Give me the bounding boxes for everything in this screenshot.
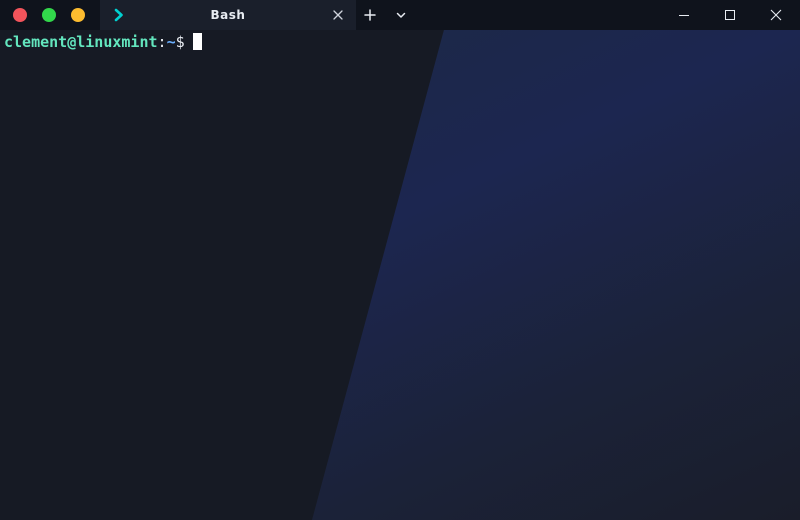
text-cursor bbox=[192, 33, 202, 50]
traffic-light-maximize-button[interactable] bbox=[42, 8, 56, 22]
close-icon bbox=[770, 9, 782, 21]
prompt-symbol: $ bbox=[175, 33, 185, 51]
traffic-light-minimize-button[interactable] bbox=[71, 8, 85, 22]
prompt-line: clement@linuxmint:~$ bbox=[4, 33, 202, 51]
tab-dropdown-chevron-down-icon[interactable] bbox=[393, 7, 409, 23]
close-window-button[interactable] bbox=[753, 0, 799, 30]
maximize-button[interactable] bbox=[707, 0, 753, 30]
minimize-icon bbox=[679, 15, 689, 16]
minimize-button[interactable] bbox=[661, 0, 707, 30]
prompt-user-host: clement@linuxmint bbox=[4, 33, 158, 51]
prompt-path: ~ bbox=[166, 33, 176, 51]
terminal-area[interactable]: clement@linuxmint:~$ bbox=[0, 30, 800, 520]
tab-close-icon[interactable] bbox=[332, 9, 344, 21]
tab-bash[interactable]: Bash bbox=[100, 0, 356, 30]
traffic-light-close-button[interactable] bbox=[13, 8, 27, 22]
title-bar: Bash bbox=[0, 0, 800, 30]
window-controls-traffic-lights bbox=[0, 0, 100, 30]
tab-title: Bash bbox=[210, 8, 246, 22]
terminal-window: Bash clement@linuxmint:~$ bbox=[0, 0, 800, 520]
maximize-icon bbox=[725, 10, 735, 20]
new-tab-plus-icon[interactable] bbox=[362, 7, 378, 23]
prompt-separator: : bbox=[157, 33, 167, 51]
